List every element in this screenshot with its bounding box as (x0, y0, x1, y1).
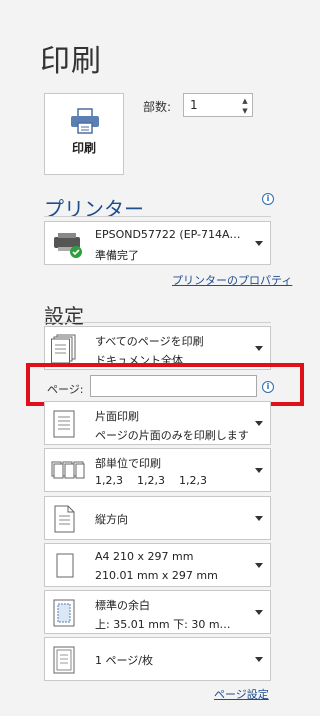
copies-value: 1 (190, 98, 198, 112)
page-setup-link[interactable]: ページ設定 (214, 686, 269, 702)
collation-line2: 1,2,3 1,2,3 1,2,3 (95, 474, 207, 487)
collated-icon (51, 456, 85, 486)
printer-heading: プリンター (44, 197, 144, 221)
paper-size-line1: A4 210 x 297 mm (95, 550, 194, 563)
chevron-down-icon (255, 421, 263, 426)
page-per-sheet-icon (51, 645, 79, 675)
copies-increment-icon[interactable]: ▲ (241, 96, 249, 106)
sides-line1: 片面印刷 (95, 410, 139, 423)
portrait-icon (51, 504, 79, 534)
chevron-down-icon (255, 563, 263, 568)
chevron-down-icon (255, 241, 263, 246)
print-button-label: 印刷 (71, 141, 96, 155)
margins-line2: 上: 35.01 mm 下: 30 m… (95, 618, 231, 631)
single-sided-icon (51, 409, 79, 439)
sides-line2: ページの片面のみを印刷します (95, 429, 249, 442)
print-range-line1: すべてのページを印刷 (95, 335, 204, 348)
pages-stack-icon (51, 334, 79, 364)
chevron-down-icon (255, 516, 263, 521)
pages-per-sheet-dropdown[interactable]: 1 ページ/枚 (44, 637, 271, 681)
paper-size-dropdown[interactable]: A4 210 x 297 mm 210.01 mm x 297 mm (44, 543, 271, 587)
printer-name: EPSOND57722 (EP-714A… (95, 228, 241, 241)
orientation-dropdown[interactable]: 縦方向 (44, 496, 271, 540)
settings-heading: 設定 (44, 304, 84, 328)
sides-dropdown[interactable]: 片面印刷 ページの片面のみを印刷します (44, 401, 271, 445)
printer-device-icon (52, 229, 84, 259)
margins-icon (51, 598, 79, 628)
printer-status: 準備完了 (95, 249, 139, 262)
orientation-value: 縦方向 (95, 513, 128, 526)
copies-stepper[interactable]: 1 ▲ ▼ (183, 93, 253, 117)
collation-dropdown[interactable]: 部単位で印刷 1,2,3 1,2,3 1,2,3 (44, 448, 271, 492)
printer-info-icon[interactable]: i (262, 193, 274, 205)
settings-heading-divider (44, 322, 271, 323)
paper-icon (51, 551, 79, 581)
pages-per-sheet-value: 1 ページ/枚 (95, 654, 153, 667)
print-button[interactable]: 印刷 (44, 93, 124, 175)
chevron-down-icon (255, 610, 263, 615)
printer-dropdown[interactable]: EPSOND57722 (EP-714A… 準備完了 (44, 221, 271, 265)
printer-icon (69, 108, 101, 134)
page-title: 印刷 (40, 44, 102, 79)
chevron-down-icon (255, 468, 263, 473)
highlight-box (26, 363, 304, 406)
printer-heading-divider (44, 216, 271, 217)
copies-label: 部数: (143, 100, 172, 114)
copies-decrement-icon[interactable]: ▼ (241, 106, 249, 116)
chevron-down-icon (255, 657, 263, 662)
collation-line1: 部単位で印刷 (95, 457, 161, 470)
margins-line1: 標準の余白 (95, 599, 150, 612)
chevron-down-icon (255, 346, 263, 351)
paper-size-line2: 210.01 mm x 297 mm (95, 569, 218, 582)
printer-properties-link[interactable]: プリンターのプロパティ (172, 272, 292, 288)
margins-dropdown[interactable]: 標準の余白 上: 35.01 mm 下: 30 m… (44, 590, 271, 634)
